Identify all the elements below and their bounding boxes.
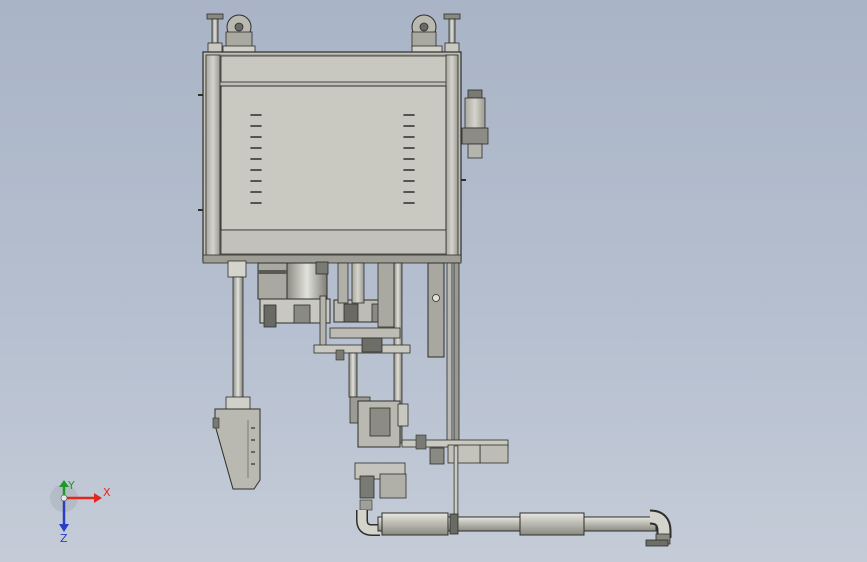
side-valve-assembly bbox=[461, 89, 489, 159]
x-axis-label: X bbox=[103, 486, 111, 499]
z-axis-label: Z bbox=[60, 532, 68, 545]
cad-assembly-model[interactable] bbox=[0, 0, 867, 562]
drive-motor bbox=[257, 261, 329, 300]
triad-origin bbox=[60, 494, 68, 502]
horizontal-clamp-bar bbox=[401, 434, 509, 517]
gripper-head bbox=[212, 408, 261, 490]
left-cylinder-rod bbox=[225, 260, 251, 410]
caster-wheel-left bbox=[222, 14, 256, 55]
leveling-foot-right bbox=[443, 13, 461, 54]
y-axis-label: Y bbox=[67, 480, 75, 492]
actuator-block bbox=[349, 396, 409, 448]
caster-wheel-right bbox=[411, 14, 443, 55]
leveling-foot-left bbox=[206, 13, 224, 54]
right-hanger-bar bbox=[427, 262, 460, 444]
cad-graphics-viewport[interactable]: X Y Z bbox=[0, 0, 867, 562]
horizontal-pipe-run bbox=[356, 509, 672, 547]
coordinate-triad: X Y Z bbox=[50, 480, 111, 545]
lower-valve-manifold bbox=[354, 462, 407, 511]
spindle-rod bbox=[348, 352, 358, 398]
